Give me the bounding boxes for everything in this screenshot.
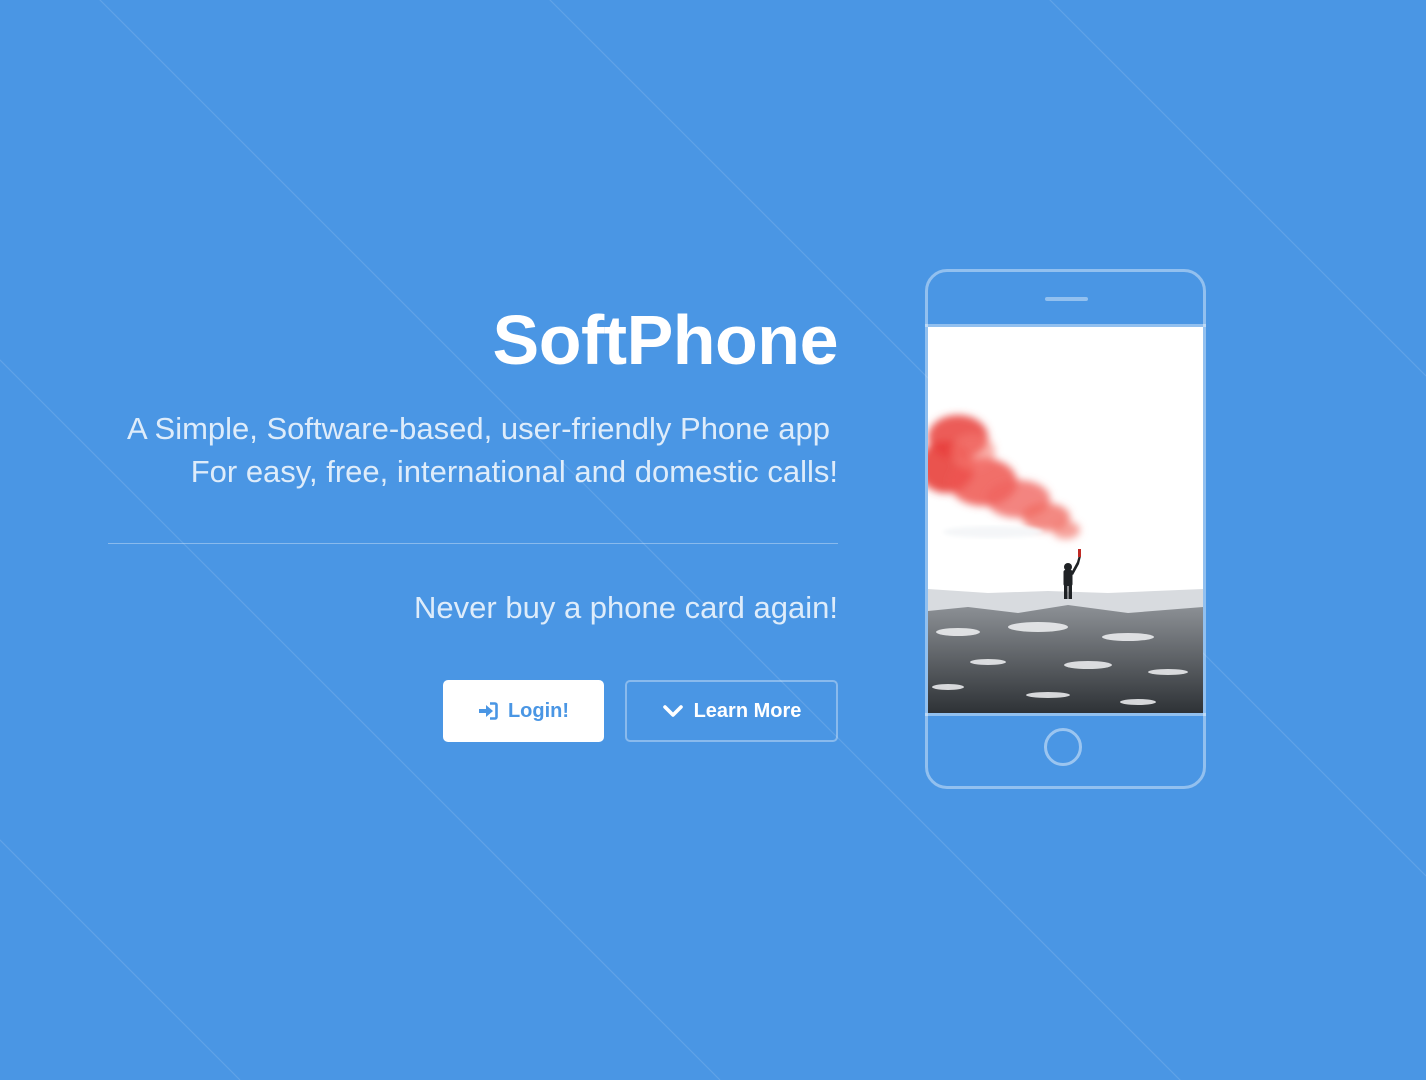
phone-screen-bottom-border	[925, 713, 1206, 716]
hero-text: SoftPhone A Simple, Software-based, user…	[100, 290, 839, 742]
chevron-down-icon	[662, 704, 684, 718]
login-button-label: Login!	[507, 699, 570, 722]
phone-home-button	[1044, 728, 1082, 766]
page-title: SoftPhone	[492, 301, 839, 379]
phone-screen	[928, 327, 1203, 713]
phone-speaker	[1045, 297, 1088, 301]
learn-more-button-label: Learn More	[693, 699, 802, 722]
phone-screen-image	[928, 327, 1203, 713]
divider	[108, 543, 838, 544]
login-button[interactable]: Login!	[443, 680, 604, 742]
learn-more-button[interactable]: Learn More	[625, 680, 838, 742]
subtitle-line-1: A Simple, Software-based, user-friendly …	[126, 411, 830, 446]
hero-subtitle: A Simple, Software-based, user-friendly …	[100, 407, 838, 493]
hero-buttons: Login! Learn More	[100, 680, 838, 742]
phone-mockup	[925, 269, 1206, 789]
sign-in-icon	[478, 702, 498, 720]
subtitle-line-2: For easy, free, international and domest…	[190, 454, 838, 489]
tagline: Never buy a phone card again!	[414, 590, 838, 625]
